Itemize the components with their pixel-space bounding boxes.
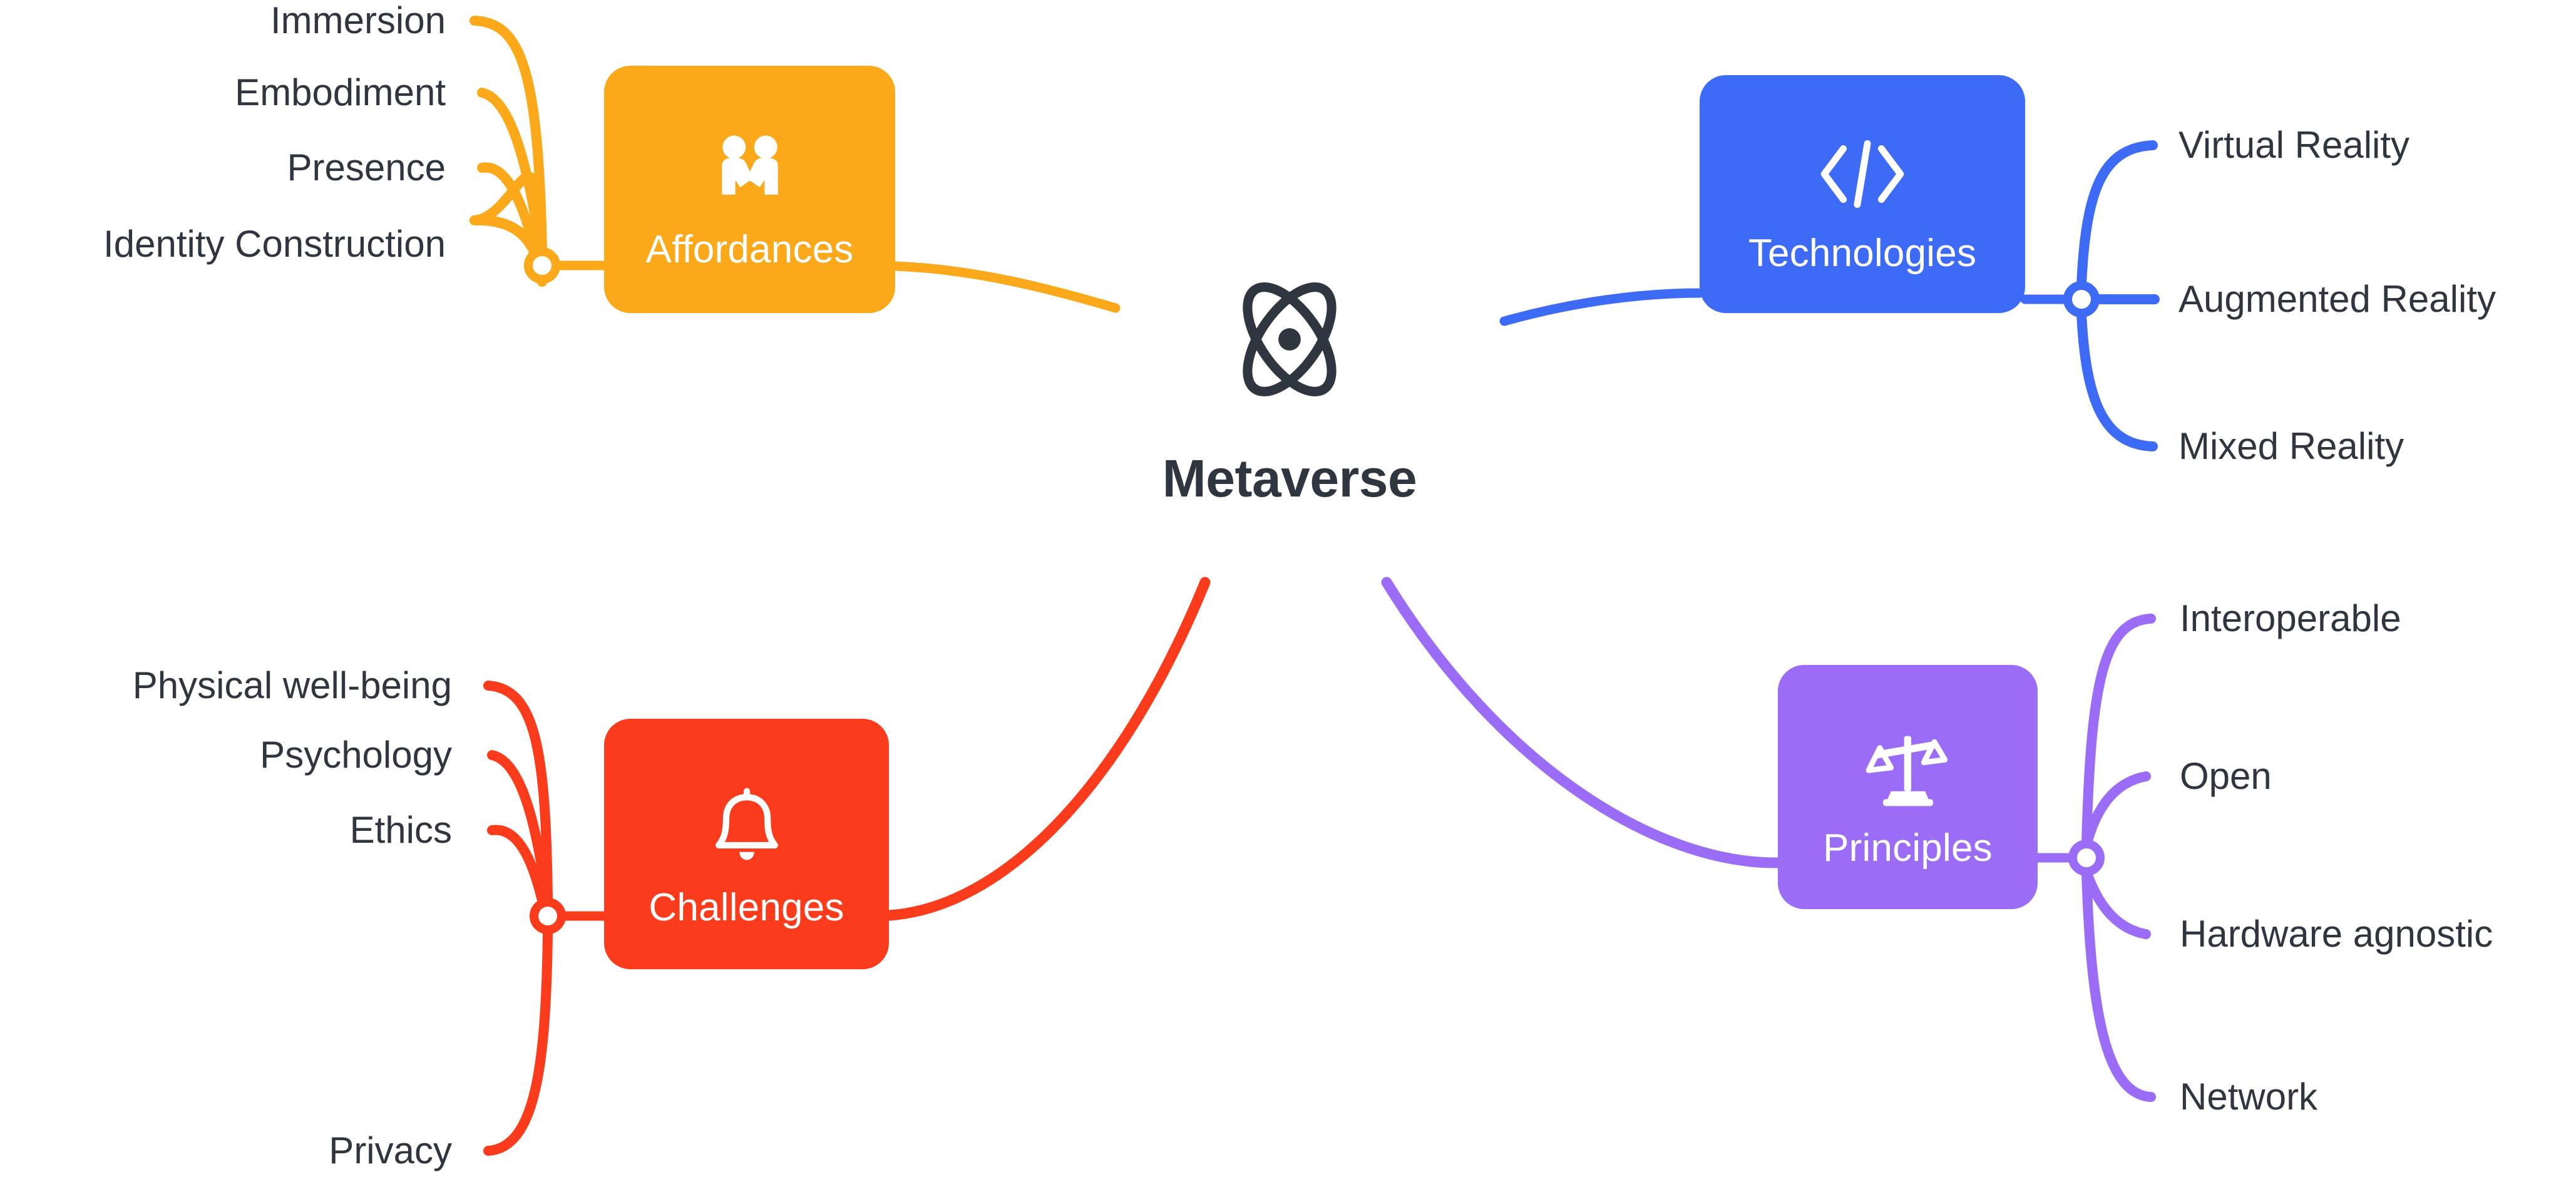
leaf-label-open[interactable]: Open [2180, 758, 2272, 795]
code-brackets-icon [1815, 136, 1909, 212]
hub-ring-technologies [2063, 281, 2100, 317]
branch-card-principles[interactable]: Principles [1778, 665, 2038, 909]
leaf-label-privacy[interactable]: Privacy [329, 1132, 452, 1170]
leaf-label-embodiment[interactable]: Embodiment [235, 74, 446, 111]
leaf-wire-virtual-reality [2076, 140, 2158, 290]
leaf-label-augmented-reality[interactable]: Augmented Reality [2178, 281, 2496, 318]
leaf-label-identity-construction[interactable]: Identity Construction [103, 225, 446, 263]
balance-scales-icon [1865, 728, 1951, 807]
leaf-wire-hardware-agnostic [2081, 867, 2151, 939]
center-node[interactable]: Metaverse [1121, 269, 1459, 509]
branch-label-principles: Principles [1823, 826, 1993, 870]
hub-ring-challenges [530, 898, 566, 934]
trunk-challenges [883, 577, 1211, 921]
mindmap-canvas: Metaverse Affordances Technologies Chall… [0, 0, 2576, 1189]
leaf-wire-network [2081, 869, 2156, 1102]
hub-ring-principles [2068, 840, 2105, 876]
trunk-affordances [890, 261, 1121, 313]
branch-card-technologies[interactable]: Technologies [1700, 75, 2025, 313]
page-title: Metaverse [1162, 449, 1417, 508]
trunk-technologies [1499, 288, 1705, 326]
leaf-label-physical-well-being[interactable]: Physical well-being [133, 667, 452, 704]
leaf-label-mixed-reality[interactable]: Mixed Reality [2178, 428, 2404, 465]
branch-card-affordances[interactable]: Affordances [604, 66, 895, 313]
branch-label-affordances: Affordances [645, 228, 854, 271]
leaf-label-ethics[interactable]: Ethics [350, 811, 452, 849]
leaf-label-presence[interactable]: Presence [287, 149, 446, 187]
leaf-label-network[interactable]: Network [2180, 1078, 2317, 1116]
branch-card-challenges[interactable]: Challenges [604, 719, 889, 969]
handshake-icon [706, 132, 794, 206]
hub-ring-affordances-top [524, 247, 560, 284]
leaf-wire-privacy [483, 928, 553, 1156]
atom-icon [1224, 269, 1355, 409]
leaf-label-immersion[interactable]: Immersion [270, 2, 446, 39]
leaf-label-virtual-reality[interactable]: Virtual Reality [2178, 126, 2409, 164]
leaf-label-interoperable[interactable]: Interoperable [2180, 600, 2401, 637]
trunk-principles [1381, 577, 1783, 868]
branch-label-technologies: Technologies [1748, 231, 1977, 275]
leaf-label-psychology[interactable]: Psychology [260, 736, 452, 774]
branch-label-challenges: Challenges [649, 885, 844, 929]
leaf-wire-mixed-reality [2076, 309, 2158, 451]
leaf-wire-open [2081, 771, 2151, 850]
bell-icon [707, 785, 786, 865]
leaf-label-hardware-agnostic[interactable]: Hardware agnostic [2180, 915, 2493, 953]
